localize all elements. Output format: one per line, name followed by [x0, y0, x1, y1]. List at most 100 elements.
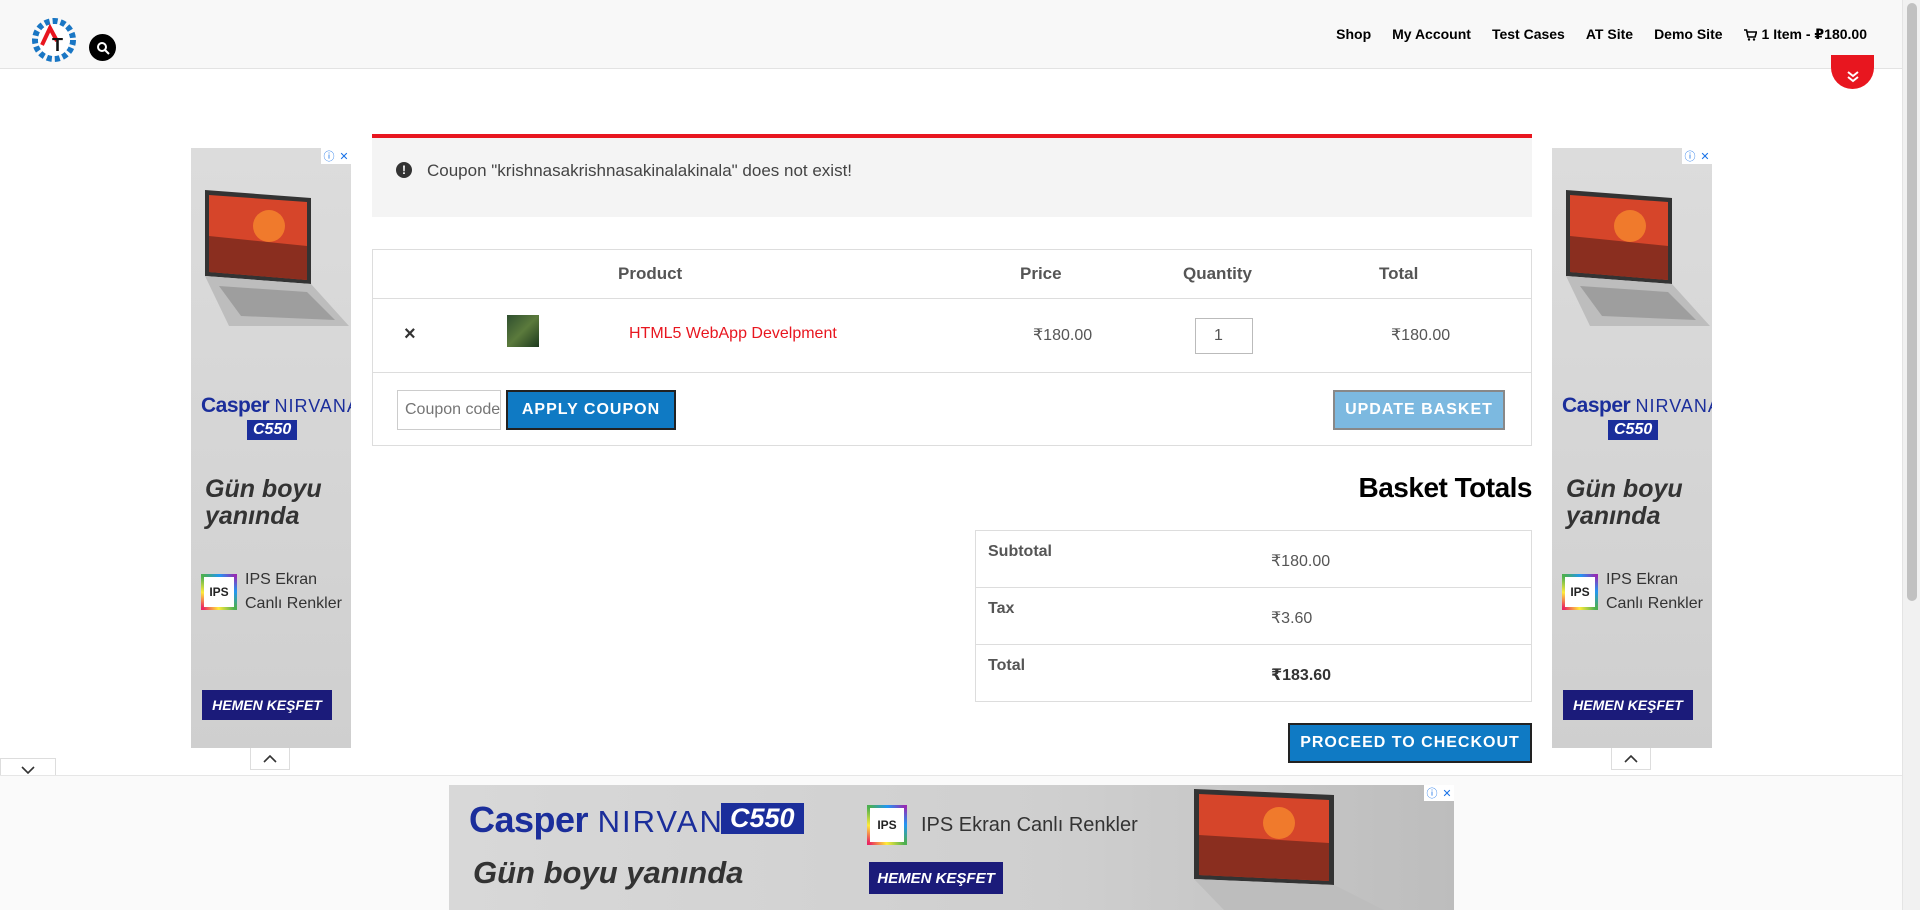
scroll-down-button[interactable] [1831, 55, 1874, 89]
ad-close-icon[interactable]: ✕ [1442, 787, 1451, 800]
ips-icon: IPS [201, 574, 237, 610]
ad-slogan: Gün boyu yanında [205, 476, 322, 530]
ad-controls: ⓘ ✕ [1682, 148, 1712, 164]
ad-brand-name: Casper [201, 394, 270, 417]
column-header-quantity: Quantity [1183, 264, 1252, 283]
tax-value: ₹3.60 [1271, 610, 1313, 627]
bottom-banner-ad[interactable]: ⓘ ✕ Casper NIRVANA C550 Gün boyu yanında… [449, 785, 1454, 910]
ad-slogan-line: Gün boyu [1566, 475, 1683, 503]
ad-info-icon[interactable]: ⓘ [1684, 148, 1695, 164]
ips-icon: IPS [1562, 574, 1598, 610]
right-ad-collapse-tab[interactable] [1611, 748, 1651, 770]
totals-row-tax: Tax ₹3.60 [976, 588, 1531, 645]
ips-icon: IPS [867, 805, 907, 845]
banner-brand: Casper NIRVANA [469, 799, 747, 841]
ad-close-icon[interactable]: ✕ [1700, 150, 1709, 163]
ad-cta-button[interactable]: HEMEN KEŞFET [202, 690, 332, 720]
apply-coupon-button[interactable]: APPLY COUPON [506, 390, 676, 430]
nav-test-cases[interactable]: Test Cases [1492, 26, 1565, 43]
ad-model: C550 [247, 420, 298, 440]
cart-item-row: × HTML5 WebApp Develpment ₹180.00 ₹180.0… [373, 299, 1531, 373]
totals-row-subtotal: Subtotal ₹180.00 [976, 531, 1531, 588]
error-notice: ! Coupon "krishnasakrishnasakinalakinala… [372, 134, 1532, 217]
ad-ips-feature: IPS IPS Ekran Canlı Renkler [1562, 568, 1703, 616]
cart-table: Product Price Quantity Total × HTML5 Web… [372, 249, 1532, 446]
item-total: ₹180.00 [1391, 327, 1451, 344]
error-message: Coupon "krishnasakrishnasakinalakinala" … [427, 161, 853, 180]
remove-item-button[interactable]: × [404, 323, 416, 346]
nav-shop[interactable]: Shop [1336, 26, 1371, 43]
banner-slogan: Gün boyu yanında [473, 855, 744, 890]
left-ad-collapse-tab[interactable] [250, 748, 290, 770]
ips-text: IPS Ekran Canlı Renkler [245, 568, 342, 616]
nav-cart[interactable]: 1 Item - ₽180.00 [1743, 26, 1867, 43]
basket-totals-table: Subtotal ₹180.00 Tax ₹3.60 Total ₹183.60 [975, 530, 1532, 702]
svg-text:T: T [52, 35, 63, 55]
product-link[interactable]: HTML5 WebApp Develpment [629, 325, 837, 343]
chevron-down-icon [21, 765, 35, 774]
subtotal-label: Subtotal [988, 543, 1052, 560]
update-basket-button[interactable]: UPDATE BASKET [1333, 390, 1505, 430]
chevron-up-icon [1624, 754, 1638, 763]
laptop-image [1194, 789, 1384, 910]
ad-slogan: Gün boyu yanında [1566, 476, 1683, 530]
site-header: T Shop My Account Test Cases AT Site Dem… [0, 0, 1902, 69]
basket-totals-title: Basket Totals [1358, 472, 1533, 503]
banner-cta-button[interactable]: HEMEN KEŞFET [869, 862, 1003, 894]
banner-brand-name: Casper [469, 799, 589, 840]
ad-ips-feature: IPS IPS Ekran Canlı Renkler [201, 568, 342, 616]
site-logo[interactable]: T [28, 14, 80, 66]
product-thumbnail[interactable] [507, 315, 539, 347]
ad-controls: ⓘ ✕ [321, 148, 351, 164]
ad-brand: Casper NIRVANA [1562, 394, 1712, 418]
cart-actions: APPLY COUPON UPDATE BASKET [373, 373, 1531, 446]
laptop-image [1566, 190, 1710, 326]
item-price: ₹180.00 [1033, 327, 1093, 344]
column-header-product: Product [618, 264, 683, 283]
chevron-up-icon [263, 754, 277, 763]
ips-text: IPS Ekran Canlı Renkler [921, 814, 1138, 836]
ad-brand: Casper NIRVANA [201, 394, 351, 418]
search-icon [96, 41, 110, 55]
ips-text: IPS Ekran Canlı Renkler [1606, 568, 1703, 616]
cart-icon [1743, 28, 1757, 41]
ips-line: IPS Ekran [1606, 571, 1679, 588]
ips-line: IPS Ekran [245, 571, 318, 588]
ad-info-icon[interactable]: ⓘ [323, 148, 334, 164]
exclamation-icon: ! [396, 162, 412, 178]
ad-cta-button[interactable]: HEMEN KEŞFET [1563, 690, 1693, 720]
nav-at-site[interactable]: AT Site [1586, 26, 1633, 43]
cart-table-header: Product Price Quantity Total [373, 250, 1531, 299]
quantity-input[interactable] [1195, 318, 1253, 354]
scrollbar-thumb[interactable] [1907, 3, 1917, 601]
page-scrollbar[interactable] [1902, 0, 1920, 910]
totals-row-total: Total ₹183.60 [976, 645, 1531, 702]
ad-close-icon[interactable]: ✕ [339, 150, 348, 163]
ips-line: Canlı Renkler [1606, 595, 1703, 612]
nav-my-account[interactable]: My Account [1392, 26, 1471, 43]
ad-brand-name: Casper [1562, 394, 1631, 417]
banner-ips-feature: IPS IPS Ekran Canlı Renkler [867, 805, 1138, 845]
total-value: ₹183.60 [1271, 667, 1332, 684]
ad-controls: ⓘ ✕ [1424, 785, 1454, 801]
right-side-ad[interactable]: ⓘ ✕ Casper NIRVANA C550 Gün boyu yanında… [1552, 148, 1712, 748]
cart-summary: 1 Item - ₽180.00 [1761, 26, 1867, 42]
left-side-ad[interactable]: ⓘ ✕ Casper NIRVANA C550 Gün boyu yanında… [191, 148, 351, 748]
nav-demo-site[interactable]: Demo Site [1654, 26, 1722, 43]
ad-slogan-line: Gün boyu [205, 475, 322, 503]
ad-slogan-line: yanında [1566, 502, 1661, 530]
proceed-to-checkout-button[interactable]: PROCEED TO CHECKOUT [1288, 723, 1532, 763]
column-header-total: Total [1379, 264, 1419, 283]
coupon-code-input[interactable] [397, 390, 501, 430]
ad-model: C550 [1608, 420, 1659, 440]
column-header-price: Price [1020, 264, 1062, 283]
ad-slogan-line: yanında [205, 502, 300, 530]
total-label: Total [988, 657, 1026, 674]
main-nav: Shop My Account Test Cases AT Site Demo … [1336, 26, 1867, 43]
ips-line: Canlı Renkler [245, 595, 342, 612]
banner-model: C550 [721, 803, 804, 834]
subtotal-value: ₹180.00 [1271, 553, 1331, 570]
search-button[interactable] [89, 34, 116, 61]
tax-label: Tax [988, 600, 1015, 617]
ad-info-icon[interactable]: ⓘ [1426, 785, 1437, 801]
